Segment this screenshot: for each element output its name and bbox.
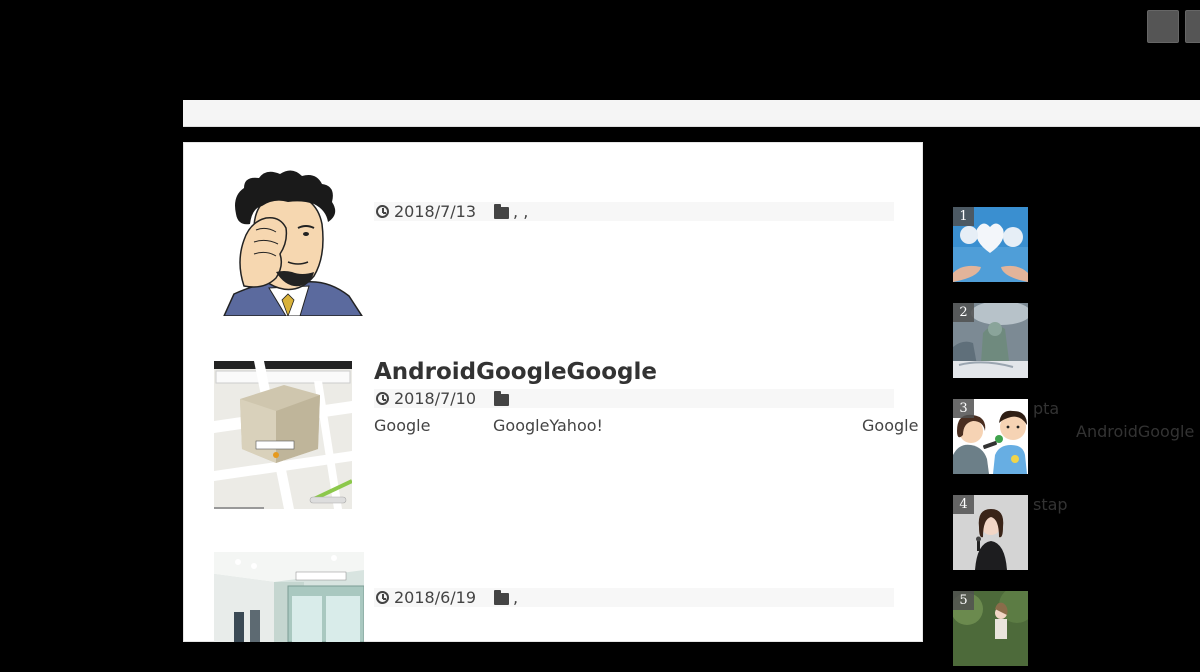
rank-number: 5	[953, 591, 974, 610]
post-date: 2018/6/19	[394, 588, 477, 607]
post-entry[interactable]: 2018/7/13 , ,	[214, 166, 894, 326]
folder-icon	[494, 203, 510, 219]
main-content: 2018/7/13 , , AndroidGoogleGoogle 2018/7…	[183, 142, 923, 642]
ranking-item[interactable]: 5	[953, 591, 1028, 666]
post-body: 2018/7/13 , ,	[374, 166, 894, 221]
clock-icon	[376, 205, 389, 218]
navigation-bar	[183, 100, 1200, 127]
excerpt-fragment: Google	[374, 416, 431, 435]
excerpt-fragment: GoogleYahoo!	[493, 416, 603, 435]
ranking-item[interactable]: 3	[953, 399, 1028, 474]
excerpt-fragment: Google	[862, 416, 919, 435]
rank-number: 1	[953, 207, 974, 226]
rank-number: 2	[953, 303, 974, 322]
clock-icon	[376, 591, 389, 604]
post-title[interactable]	[374, 552, 894, 588]
cartoon-man-facepalm-image	[214, 166, 364, 316]
post-thumbnail[interactable]	[214, 552, 364, 642]
ranking-item[interactable]: 2	[953, 303, 1028, 378]
post-excerpt: Google GoogleYahoo! Google	[374, 416, 934, 438]
map-screenshot-image	[214, 361, 352, 509]
post-thumbnail[interactable]	[214, 361, 352, 509]
post-title[interactable]	[374, 166, 894, 202]
post-entry[interactable]: AndroidGoogleGoogle 2018/7/10 Google Goo…	[214, 359, 918, 521]
header-buttons	[1147, 10, 1200, 43]
search-button[interactable]	[1185, 10, 1200, 43]
clock-icon	[376, 392, 389, 405]
post-entry[interactable]: 2018/6/19 ,	[214, 552, 894, 672]
rank-number: 4	[953, 495, 974, 514]
folder-icon	[494, 589, 510, 605]
post-title[interactable]: AndroidGoogleGoogle	[374, 357, 894, 387]
post-categories[interactable]: , ,	[513, 202, 528, 221]
post-date: 2018/7/10	[394, 389, 477, 408]
menu-button[interactable]	[1147, 10, 1179, 43]
ranking-text[interactable]: stap	[1033, 495, 1068, 514]
post-thumbnail[interactable]	[214, 166, 364, 316]
excerpt-overflow-text: AndroidGoogle	[1076, 422, 1195, 441]
post-categories[interactable]: ,	[513, 588, 518, 607]
folder-icon	[494, 390, 510, 406]
ranking-text[interactable]: pta	[1033, 399, 1059, 418]
ranking-item[interactable]: 1	[953, 207, 1028, 282]
hospital-corridor-image	[214, 552, 364, 642]
post-date: 2018/7/13	[394, 202, 477, 221]
post-body: AndroidGoogleGoogle 2018/7/10 Google Goo…	[374, 357, 918, 438]
post-body: 2018/6/19 ,	[374, 552, 894, 607]
ranking-item[interactable]: 4	[953, 495, 1028, 570]
rank-number: 3	[953, 399, 974, 418]
post-meta: 2018/6/19 ,	[374, 588, 894, 607]
post-meta: 2018/7/13 , ,	[374, 202, 894, 221]
post-meta: 2018/7/10	[374, 389, 894, 408]
